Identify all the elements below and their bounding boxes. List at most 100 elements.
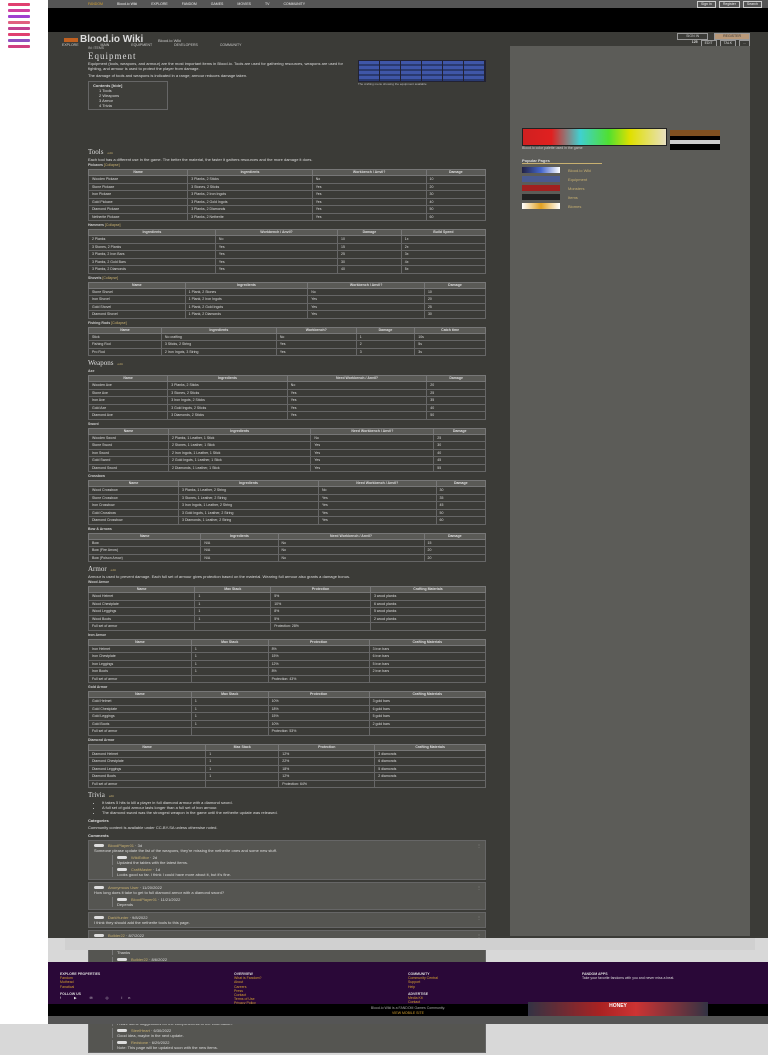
section-title: Tools (88, 148, 104, 156)
avatar[interactable] (117, 868, 127, 872)
table-cell: Diamond Boots (87, 772, 207, 781)
nav-item[interactable]: MOVIES (237, 2, 251, 7)
popular-page-link[interactable]: Blood.io Wiki (568, 168, 591, 173)
popular-page-item[interactable]: Blood.io Wiki (522, 167, 742, 173)
popular-page-thumbnail[interactable] (522, 203, 560, 209)
table-cell: Yes (318, 493, 437, 502)
table-title: Sword (88, 421, 99, 426)
sign-in-button[interactable]: Sign In (696, 0, 716, 8)
table-row: Diamond Helmet 1 12% 3 diamonds (87, 749, 486, 758)
avatar[interactable] (117, 1041, 127, 1045)
collapse-toggle[interactable]: [Collapse] (104, 163, 120, 167)
table-cell: 30 (337, 257, 402, 266)
equipment-table: Name Max Stack Protection Crafting Material… (88, 638, 487, 684)
popular-page-item[interactable]: Equipment (522, 176, 742, 182)
nav-item[interactable]: TV (265, 2, 269, 7)
table-cell: Yes (318, 508, 437, 517)
table-row: Full set of armor Protection: 28% (87, 622, 487, 631)
table-cell: Yes (310, 441, 435, 450)
fandom-brand[interactable]: FANDOM (88, 2, 103, 7)
comment-menu-icon[interactable]: ⋮ (477, 915, 481, 920)
nav-item[interactable]: FANDOM (182, 2, 197, 7)
horizontal-scrollbar[interactable] (65, 938, 755, 950)
table-cell: Gold Pickaxe (87, 197, 189, 206)
table-cell: 2 gold bars (368, 719, 487, 728)
table-row: Iron Axe 3 Iron Ingots, 2 Sticks Yes 35 (87, 396, 486, 405)
popular-page-thumbnail[interactable] (522, 185, 560, 191)
table-cell: 3s (414, 347, 486, 356)
footer-column: COMMUNITY Community Central Support Help ADV… (408, 972, 582, 1004)
avatar[interactable] (94, 916, 104, 920)
nav-item[interactable]: EXPLORE (151, 2, 168, 7)
popular-page-item[interactable]: Items (522, 194, 742, 200)
table-cell: 18% (278, 764, 376, 773)
avatar[interactable] (117, 1029, 127, 1033)
popular-page-thumbnail[interactable] (522, 194, 560, 200)
collapse-toggle[interactable]: [Collapse] (111, 321, 127, 325)
popular-page-link[interactable]: Biomes (568, 204, 581, 209)
table-cell: Wooden Pickaxe (87, 175, 189, 184)
table-cell: 3 Planks, 2 Sticks (187, 175, 313, 184)
table-cell (205, 779, 280, 788)
comment-menu-icon[interactable]: ⋮ (477, 885, 481, 890)
popular-page-link[interactable]: Equipment (568, 177, 587, 182)
reply-author[interactable]: BloodPlayer01 (131, 897, 157, 902)
footer-link[interactable]: Help (408, 985, 582, 989)
register-button[interactable]: Register (718, 0, 740, 8)
wiki-sign-in-button[interactable]: SIGN IN (677, 33, 709, 40)
wiki-register-button[interactable]: REGISTER (714, 33, 750, 40)
avatar[interactable] (117, 898, 127, 902)
avatar[interactable] (117, 958, 127, 962)
table-cell: Yes (318, 501, 437, 510)
table-row: Iron Chestplate 1 15% 6 iron bars (88, 652, 487, 661)
collapse-toggle[interactable]: [Collapse] (105, 223, 121, 227)
table-cell: 8% (267, 667, 370, 676)
table-row: Diamond Shovel 1 Plank, 2 Diamonds Yes 30 (88, 310, 487, 319)
collapse-toggle[interactable]: [Collapse] (102, 276, 118, 280)
reply-text: Good idea, maybe in the next update. (117, 1033, 184, 1038)
edit-section-link[interactable]: edit (107, 151, 112, 155)
table-cell: Full set of armor (87, 622, 196, 631)
table-row: Gold Chestplate 1 18% 6 gold bars (88, 704, 487, 713)
edit-section-link[interactable]: edit (109, 794, 114, 798)
nav-item[interactable]: Blood.io Wiki (117, 2, 137, 7)
edit-section-link[interactable]: edit (111, 568, 116, 572)
table-row: Gold Helmet 1 10% 3 gold bars (88, 697, 487, 706)
palette-image-2[interactable] (670, 130, 720, 150)
table-cell: 30 (435, 486, 487, 495)
avatar[interactable] (117, 856, 127, 860)
search-button[interactable]: Search (742, 0, 762, 8)
nav-item[interactable]: GAMES (211, 2, 224, 7)
table-cell: 25 (423, 302, 487, 311)
crafting-gallery[interactable]: The crafting menu showing the equipment … (358, 60, 486, 87)
avatar[interactable] (94, 934, 104, 938)
table-cell: Iron Chestplate (88, 652, 192, 661)
popular-page-link[interactable]: Items (568, 195, 578, 200)
popular-page-item[interactable]: Biomes (522, 203, 742, 209)
edit-section-link[interactable]: edit (117, 362, 122, 366)
crafting-menu-image[interactable] (358, 60, 486, 82)
popular-page-link[interactable]: Monsters (568, 186, 584, 191)
table-cell: No (286, 381, 428, 390)
palette-image[interactable] (522, 128, 667, 146)
footer-link[interactable]: Take your favorite fandoms with you and … (582, 976, 756, 980)
avatar[interactable] (94, 844, 104, 848)
table-cell: 12% (278, 772, 376, 781)
footer-link[interactable]: Fanatical (60, 985, 234, 989)
table-cell: 1 (194, 592, 272, 601)
wiki-nav-explore[interactable]: EXPLORE (62, 43, 79, 48)
popular-page-item[interactable]: Monsters (522, 185, 742, 191)
table-cell: No (277, 553, 425, 562)
table-caption: Gold Armor (88, 685, 486, 690)
table-row: Gold Leggings 1 15% 5 gold bars (88, 712, 487, 721)
table-row: Diamond Boots 1 12% 2 diamonds (87, 772, 486, 781)
table-title: Gold Armor (88, 685, 108, 689)
popular-page-thumbnail[interactable] (522, 176, 560, 182)
table-row: 3 Planks, 2 Gold Bars Yes 30 4x (88, 257, 487, 266)
nav-item[interactable]: COMMUNITY (284, 2, 306, 7)
table-title: Axe (88, 369, 95, 373)
avatar[interactable] (94, 886, 104, 890)
comment-menu-icon[interactable]: ⋮ (477, 843, 481, 848)
toc-item[interactable]: 4 Trivia (93, 103, 163, 108)
popular-page-thumbnail[interactable] (522, 167, 560, 173)
